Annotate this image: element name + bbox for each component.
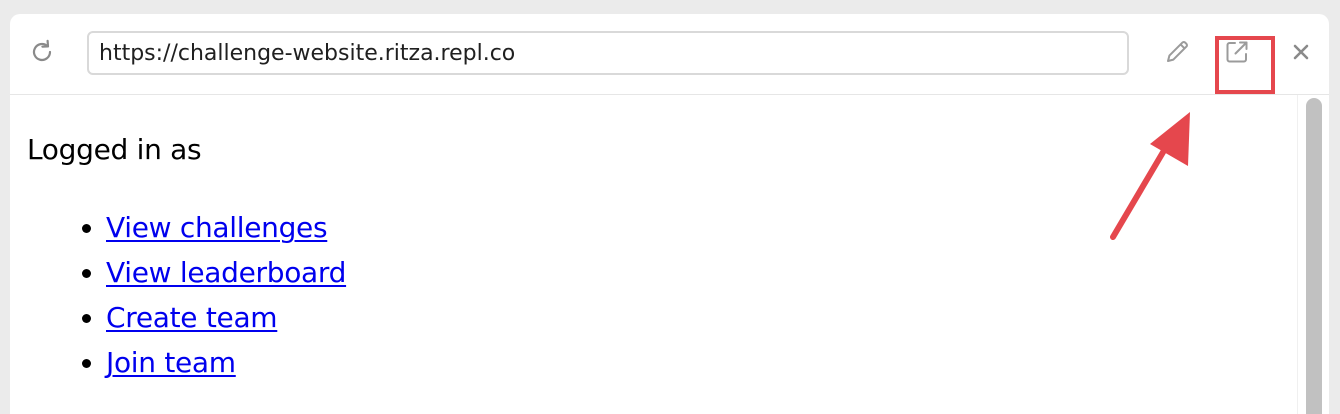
list-item: Create team [106, 295, 346, 340]
view-leaderboard-link[interactable]: View leaderboard [106, 256, 346, 289]
close-icon [1290, 41, 1312, 67]
scrollbar-thumb[interactable] [1306, 98, 1322, 414]
external-link-icon [1222, 37, 1252, 71]
webview-toolbar [10, 14, 1329, 95]
webview-panel: Logged in as View challenges View leader… [10, 14, 1329, 414]
join-team-link[interactable]: Join team [106, 346, 236, 379]
view-challenges-link[interactable]: View challenges [106, 211, 328, 244]
edit-button[interactable] [1159, 36, 1195, 72]
page-heading: Logged in as [27, 133, 202, 166]
nav-link-list: View challenges View leaderboard Create … [66, 205, 346, 385]
url-input[interactable] [87, 31, 1129, 75]
close-button[interactable] [1283, 36, 1319, 72]
create-team-link[interactable]: Create team [106, 301, 278, 334]
open-in-new-tab-button[interactable] [1218, 35, 1256, 73]
reload-button[interactable] [26, 38, 58, 70]
reload-icon [28, 38, 56, 70]
pencil-icon [1162, 37, 1192, 71]
list-item: View leaderboard [106, 250, 346, 295]
scrollbar[interactable] [1297, 95, 1329, 414]
list-item: View challenges [106, 205, 346, 250]
page-content: Logged in as View challenges View leader… [10, 95, 1295, 414]
list-item: Join team [106, 340, 346, 385]
